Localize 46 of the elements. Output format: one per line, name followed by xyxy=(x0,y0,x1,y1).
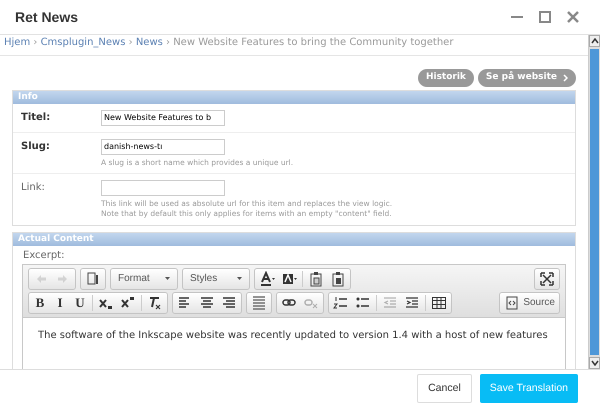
dropdown[interactable]: Format xyxy=(112,270,176,288)
caret-icon xyxy=(237,277,242,280)
field-label: Slug: xyxy=(21,140,51,154)
input-field[interactable]: New Website Features to b xyxy=(101,110,225,126)
breadcrumb-separator: › xyxy=(165,37,172,48)
scroll-up-icon[interactable] xyxy=(590,38,598,44)
text-color-icon xyxy=(259,270,275,287)
scroll-down-icon[interactable] xyxy=(590,360,598,366)
paragraph: The software of the Inkscape website was recently updated to version 1.4 with a host of new features xyxy=(38,328,549,343)
table-icon xyxy=(431,294,447,311)
breadcrumb-link[interactable]: Cmsplugin_News xyxy=(40,37,126,48)
toolbar-button[interactable]: I xyxy=(50,294,70,312)
template-icon xyxy=(85,270,101,287)
input-field[interactable]: danish-news-tı xyxy=(101,138,225,154)
paste-text-icon xyxy=(308,270,324,287)
dropdown[interactable]: Styles xyxy=(184,270,248,288)
breadcrumb-separator: › xyxy=(32,37,38,48)
horizontal-rule-icon xyxy=(251,294,267,311)
maximize-icon xyxy=(537,9,553,25)
section-header: Info xyxy=(13,90,575,104)
source-button[interactable]: Source xyxy=(501,294,558,312)
align-right-icon xyxy=(221,294,237,311)
input-field[interactable] xyxy=(101,180,225,196)
field-label: Excerpt: xyxy=(22,248,66,263)
paste-word-icon xyxy=(330,270,346,287)
cancel-button[interactable]: Cancel xyxy=(417,374,472,404)
breadcrumb-current: New Website Features to bring the Community together xyxy=(173,37,454,48)
breadcrumb-link[interactable]: News xyxy=(136,37,163,48)
source-icon xyxy=(504,294,520,311)
window-title: Ret News xyxy=(15,8,78,26)
field-label: Link: xyxy=(21,181,46,196)
numbered-list-icon xyxy=(333,294,349,311)
field-label: Titel: xyxy=(21,110,52,124)
toolbar-button[interactable]: B xyxy=(30,294,50,312)
remove-format-icon xyxy=(147,294,163,311)
breadcrumb-link[interactable]: Hjem xyxy=(4,37,30,48)
scrollbar[interactable] xyxy=(588,35,600,369)
chevron-icon xyxy=(563,74,568,82)
breadcrumb-separator: › xyxy=(128,37,134,48)
minimize-icon xyxy=(511,16,523,18)
maximize-icon xyxy=(539,270,555,287)
caret-icon xyxy=(165,277,170,280)
section-header: Actual Content xyxy=(13,232,575,246)
toolbar-button[interactable]: U xyxy=(70,294,90,312)
close-icon xyxy=(565,9,581,25)
align-center-icon xyxy=(199,294,215,311)
